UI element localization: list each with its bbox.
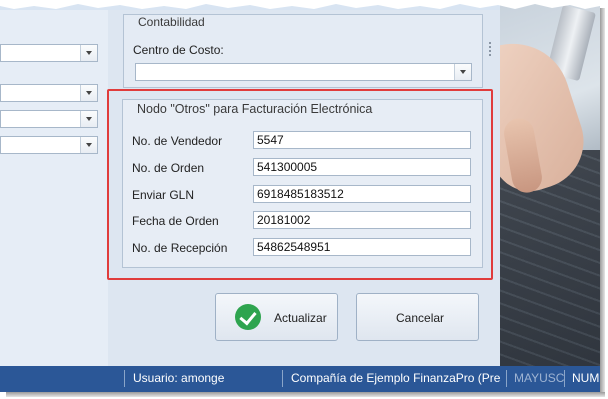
left-combo-4[interactable] bbox=[0, 136, 98, 154]
chevron-down-icon[interactable] bbox=[80, 137, 97, 153]
cancel-button[interactable]: Cancelar bbox=[356, 293, 479, 341]
chevron-down-icon[interactable] bbox=[454, 64, 471, 80]
highlight-frame bbox=[107, 89, 493, 280]
left-combo-1[interactable] bbox=[0, 44, 98, 62]
cancel-button-label: Cancelar bbox=[396, 311, 445, 325]
checkmark-circle-icon bbox=[235, 304, 261, 330]
status-user: Usuario: amonge bbox=[133, 371, 225, 385]
chevron-down-icon[interactable] bbox=[80, 45, 97, 61]
left-combo-2[interactable] bbox=[0, 84, 98, 102]
keyboard-photo bbox=[500, 0, 600, 366]
status-company: Compañía de Ejemplo FinanzaPro (Presenta bbox=[291, 371, 501, 385]
centro-costo-select[interactable] bbox=[135, 63, 472, 81]
left-panel bbox=[0, 10, 109, 366]
chevron-down-icon[interactable] bbox=[80, 111, 97, 127]
contabilidad-title: Contabilidad bbox=[134, 15, 209, 29]
status-caps: MAYUSC bbox=[514, 371, 565, 385]
left-combo-3[interactable] bbox=[0, 110, 98, 128]
chevron-down-icon[interactable] bbox=[80, 85, 97, 101]
torn-edge bbox=[0, 0, 600, 9]
update-button[interactable]: Actualizar bbox=[215, 293, 338, 341]
status-num: NUM bbox=[572, 371, 600, 385]
update-button-label: Actualizar bbox=[274, 311, 327, 325]
centro-costo-label: Centro de Costo: bbox=[133, 43, 224, 57]
splitter-grip[interactable] bbox=[489, 42, 491, 56]
window: Contabilidad Centro de Costo: Nodo "Otro… bbox=[0, 0, 600, 392]
status-bar: Usuario: amonge Compañía de Ejemplo Fina… bbox=[0, 366, 600, 392]
